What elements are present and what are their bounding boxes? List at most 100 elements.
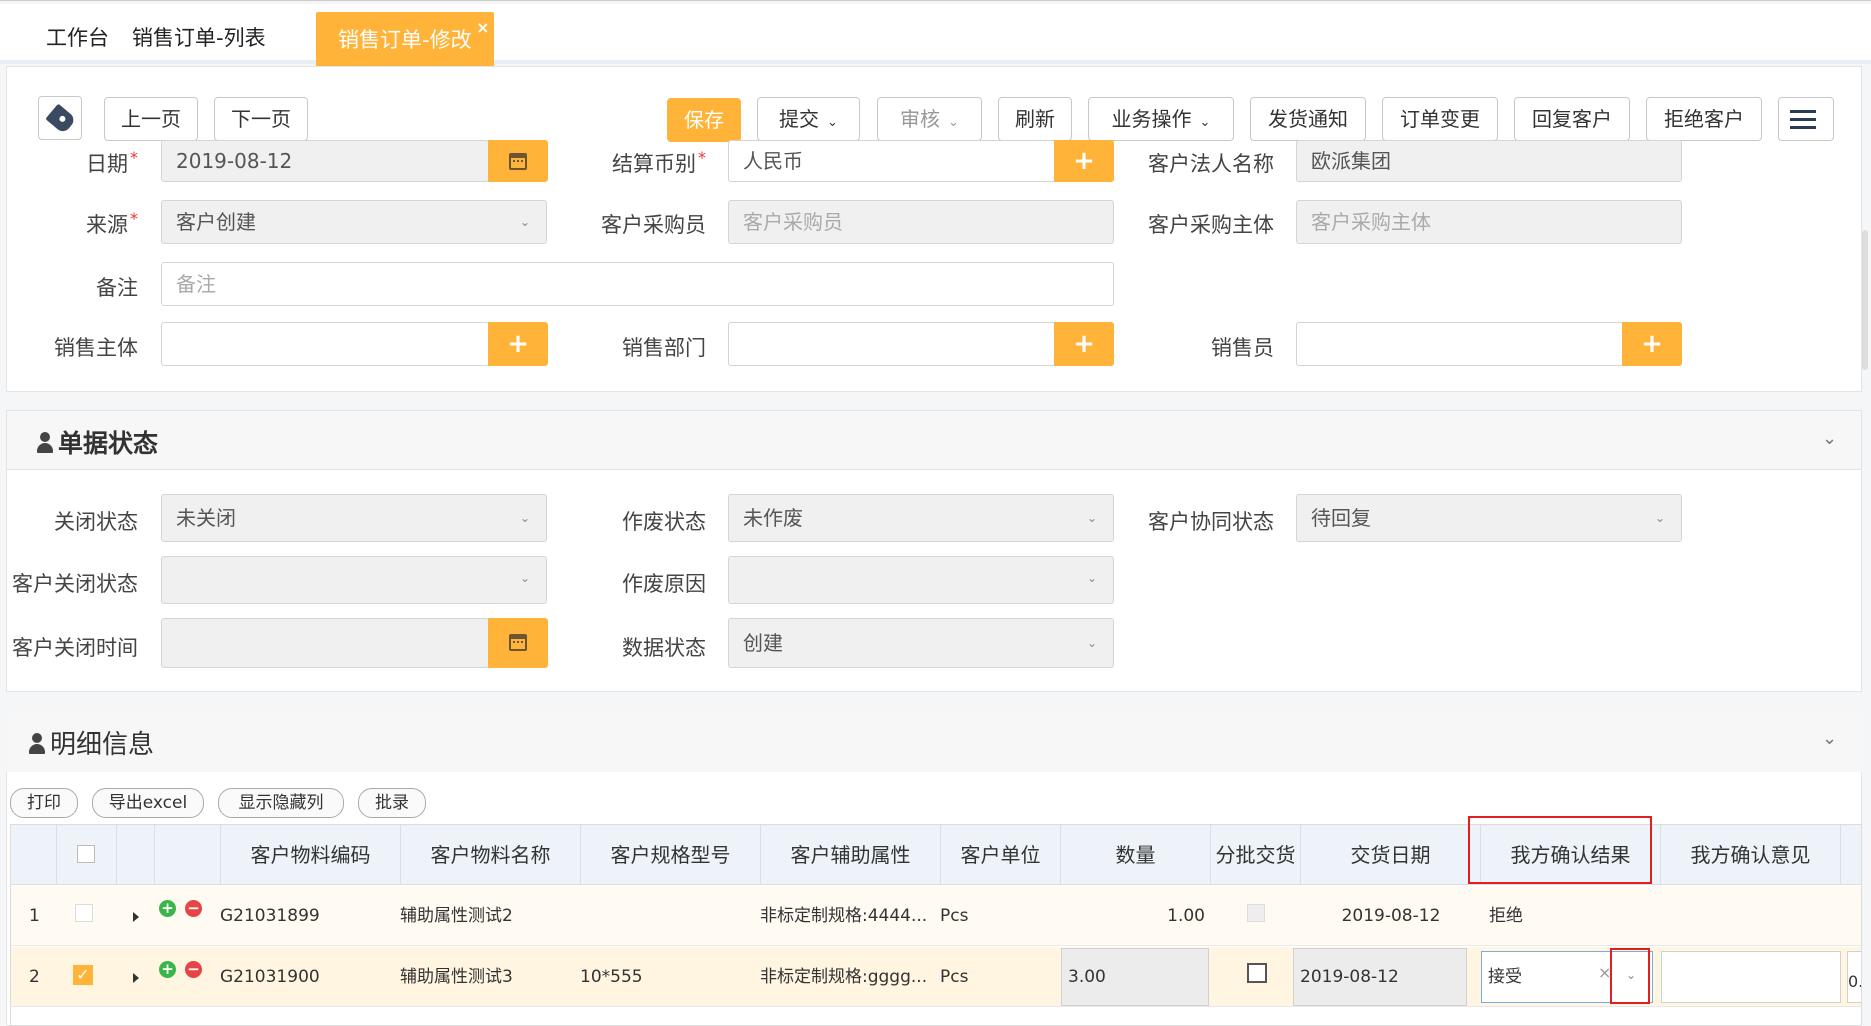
order-change-button[interactable]: 订单变更 [1382,97,1498,141]
sales-entity-field[interactable] [161,322,489,366]
refresh-button[interactable]: 刷新 [998,97,1072,141]
user-icon [36,432,54,454]
chevron-down-icon: ⌄ [519,571,530,585]
material-name: 辅助属性测试2 [400,906,513,926]
collab-status-select[interactable]: 待回复 ⌄ [1296,494,1682,542]
menu-button[interactable] [1778,97,1834,141]
reject-customer-button[interactable]: 拒绝客户 [1646,97,1762,141]
next-cell[interactable]: 0.( [1847,951,1861,1003]
add-row-icon[interactable]: + [159,961,176,978]
cust-close-time-field[interactable] [161,618,489,668]
void-reason-select[interactable]: ⌄ [728,556,1114,604]
data-status-value: 创建 [743,631,783,655]
review-button[interactable]: 审核 ⌄ [877,97,982,141]
column-header[interactable]: 分批交货 [1211,825,1301,885]
select-all-checkbox[interactable] [77,845,95,863]
sales-entity-label: 销售主体 [54,336,138,360]
column-header[interactable]: 我方确认意见 [1661,825,1841,885]
collab-status-value: 待回复 [1311,506,1371,530]
collab-status-label: 客户协同状态 [1148,510,1274,534]
date-field[interactable]: 2019-08-12 [161,140,489,182]
buyer-field[interactable]: 客户采购员 [728,200,1114,244]
column-header[interactable]: 客户辅助属性 [761,825,941,885]
review-label: 审核 [900,107,941,131]
void-status-select[interactable]: 未作废 ⌄ [728,494,1114,542]
delivery-date: 2019-08-12 [1341,906,1441,926]
column-header[interactable]: 客户物料名称 [401,825,581,885]
add-row-icon[interactable]: + [159,900,176,917]
remark-field[interactable]: 备注 [161,262,1114,306]
menu-icon [1790,118,1816,121]
cust-close-status-select[interactable]: ⌄ [161,556,547,604]
expand-icon[interactable] [133,973,139,983]
tag-button[interactable] [38,96,82,140]
column-header[interactable]: 客户单位 [941,825,1061,885]
close-icon[interactable]: × [476,0,489,56]
tab-workbench[interactable]: 工作台 [30,12,125,64]
batch-delivery-checkbox [1247,904,1265,922]
salesperson-field[interactable] [1296,322,1624,366]
buyer-placeholder: 客户采购员 [743,210,843,234]
save-button[interactable]: 保存 [667,98,741,142]
column-header[interactable]: 数量 [1061,825,1211,885]
delete-row-icon[interactable]: − [185,900,202,917]
date-picker-button[interactable] [488,140,548,182]
row-number: 2 [29,967,40,987]
sales-dept-field[interactable] [728,322,1056,366]
next-page-button[interactable]: 下一页 [214,97,308,141]
sales-entity-add-button[interactable]: + [488,322,548,366]
buyer-entity-field[interactable]: 客户采购主体 [1296,200,1682,244]
business-ops-button[interactable]: 业务操作 ⌄ [1088,97,1234,141]
chevron-down-icon: ⌄ [1199,115,1211,130]
status-section-title: 单据状态 [36,424,158,460]
source-select[interactable]: 客户创建 ⌄ [161,200,547,244]
chevron-down-icon: ⌄ [1086,511,1097,525]
cust-close-time-picker[interactable] [488,618,548,668]
close-status-select[interactable]: 未关闭 ⌄ [161,494,547,542]
scrollbar[interactable] [1862,230,1868,370]
quantity-input[interactable]: 3.00 [1061,948,1209,1006]
delete-row-icon[interactable]: − [185,961,202,978]
show-hidden-columns-button[interactable]: 显示隐藏列 [218,788,344,818]
tab-sales-order-list[interactable]: 销售订单-列表 [116,12,282,64]
expand-icon[interactable] [133,912,139,922]
buyer-label: 客户采购员 [601,213,706,237]
status-header[interactable] [6,410,1862,470]
reply-customer-button[interactable]: 回复客户 [1514,97,1630,141]
export-excel-button[interactable]: 导出excel [92,788,204,818]
batch-entry-button[interactable]: 批录 [358,788,426,818]
tag-icon [45,103,77,135]
column-header[interactable]: 交货日期 [1301,825,1481,885]
row-checkbox[interactable] [75,904,93,922]
delivery-date-input[interactable]: 2019-08-12 [1293,948,1467,1006]
chevron-down-icon: ⌄ [519,215,530,229]
chevron-down-icon[interactable]: ⌄ [1822,428,1837,449]
sales-dept-add-button[interactable]: + [1054,322,1114,366]
tab-sales-order-edit[interactable]: 销售订单-修改 × [316,12,494,68]
chevron-down-icon: ⌄ [519,511,530,525]
submit-label: 提交 [779,107,820,131]
submit-button[interactable]: 提交 ⌄ [757,97,860,141]
print-button[interactable]: 打印 [10,788,78,818]
column-header[interactable]: 客户规格型号 [581,825,761,885]
currency-field[interactable]: 人民币 [728,140,1056,182]
material-code: G21031900 [220,967,320,987]
table-row[interactable]: 1 + − G21031899 辅助属性测试2 非标定制规格:4444... P… [11,886,1861,946]
chevron-down-icon: ⌄ [948,115,959,130]
column-header[interactable]: 客户物料编码 [221,825,401,885]
prev-page-button[interactable]: 上一页 [104,97,198,141]
buyer-entity-label: 客户采购主体 [1148,213,1274,237]
aux-attribute: 非标定制规格:gggg... [760,967,928,987]
table-row[interactable]: 2 ✓ + − G21031900 辅助属性测试3 10*555 非标定制规格:… [11,947,1861,1007]
row-number-header [11,825,57,885]
detail-header[interactable] [6,710,1862,772]
data-status-label: 数据状态 [622,636,706,660]
ship-notice-button[interactable]: 发货通知 [1250,97,1366,141]
row-checkbox-checked[interactable]: ✓ [73,965,93,985]
chevron-down-icon[interactable]: ⌄ [1822,728,1837,749]
salesperson-add-button[interactable]: + [1622,322,1682,366]
batch-delivery-checkbox[interactable] [1247,963,1267,983]
confirm-opinion-input[interactable] [1661,951,1841,1003]
currency-add-button[interactable]: + [1054,140,1114,182]
data-status-select[interactable]: 创建 ⌄ [728,618,1114,668]
